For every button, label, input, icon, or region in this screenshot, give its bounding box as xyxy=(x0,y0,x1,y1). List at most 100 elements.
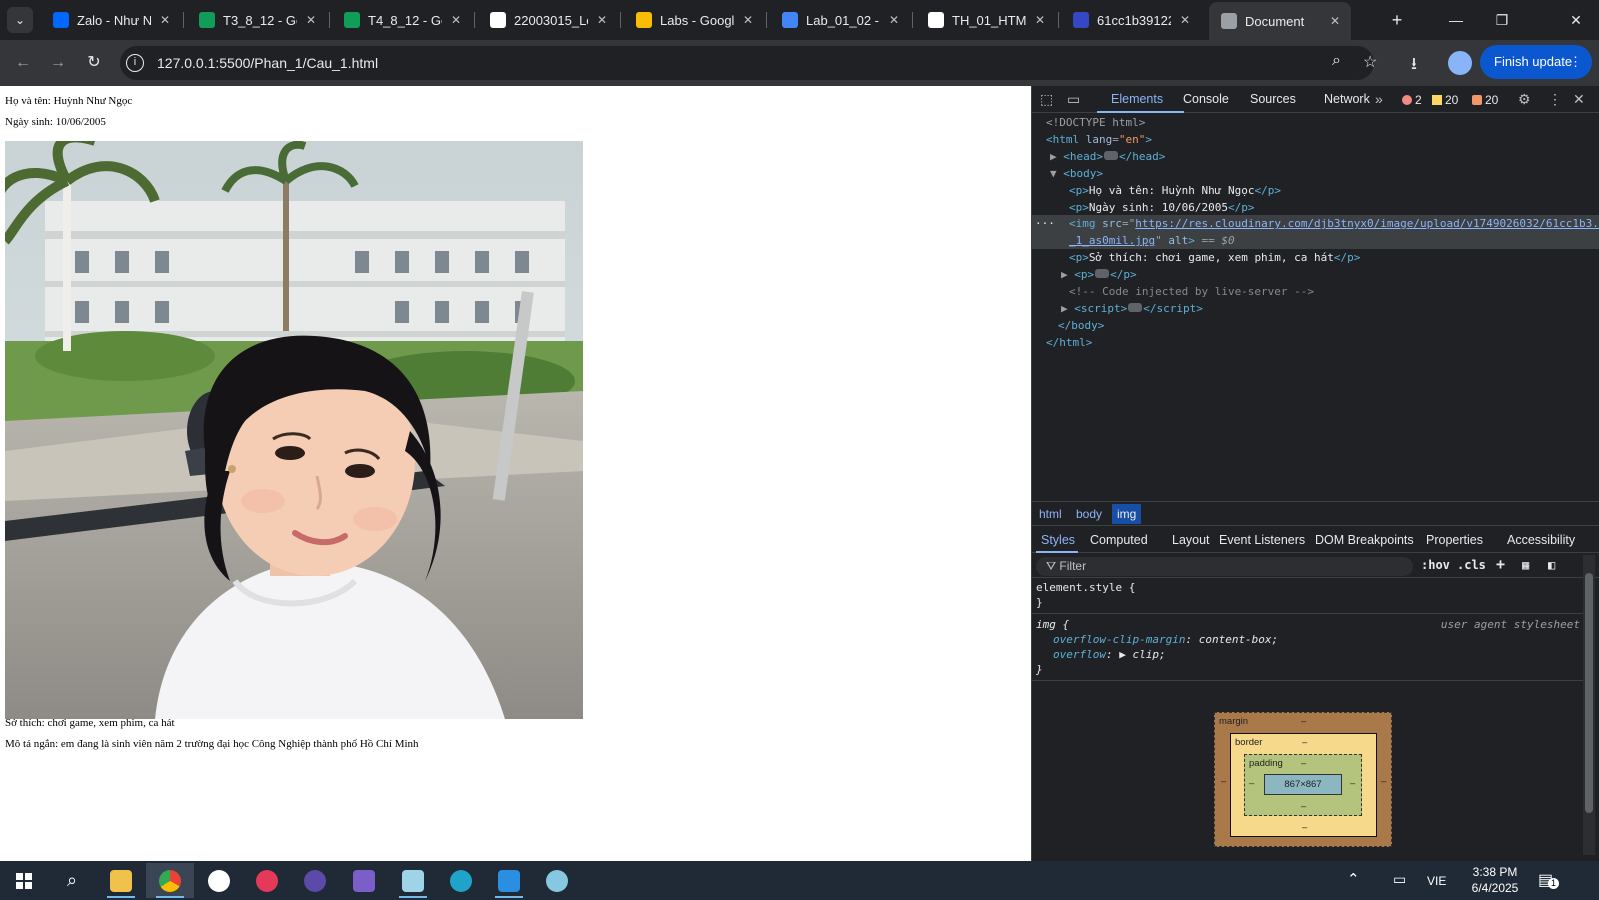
tab-console[interactable]: Console xyxy=(1183,92,1229,106)
notepad-icon[interactable] xyxy=(389,863,437,898)
border-top-value[interactable]: – xyxy=(1302,737,1307,748)
dom-html[interactable]: <html lang="en"> xyxy=(1046,131,1152,148)
dom-p-hobbies[interactable]: <p>Sở thích: chơi game, xem phim, ca hát… xyxy=(1069,249,1360,266)
device-toolbar-icon[interactable]: ▭ xyxy=(1067,91,1080,108)
breadcrumb-body[interactable]: body xyxy=(1076,507,1102,521)
padding-bottom-value[interactable]: – xyxy=(1301,801,1306,812)
close-tab-icon[interactable]: ✕ xyxy=(886,12,902,28)
more-tabs-icon[interactable]: » xyxy=(1375,91,1383,107)
tab-sources[interactable]: Sources xyxy=(1250,92,1296,106)
padding-top-value[interactable]: – xyxy=(1301,758,1306,769)
box-model-margin[interactable]: margin – – – border – – padding – – – – … xyxy=(1214,712,1392,847)
dom-doctype[interactable]: <!DOCTYPE html> xyxy=(1046,114,1145,131)
margin-top-value[interactable]: – xyxy=(1301,716,1306,727)
dom-head[interactable]: ▶ <head> </head> xyxy=(1050,148,1165,165)
padding-left-value[interactable]: – xyxy=(1249,778,1254,789)
tab-accessibility[interactable]: Accessibility xyxy=(1507,533,1575,547)
hov-toggle[interactable]: :hov xyxy=(1421,558,1450,572)
close-tab-icon[interactable]: ✕ xyxy=(303,12,319,28)
dom-body-close[interactable]: </body> xyxy=(1058,317,1104,334)
edge-icon[interactable] xyxy=(437,863,485,898)
collapsed-ellipsis-icon[interactable] xyxy=(1128,303,1143,312)
site-info-icon[interactable]: i xyxy=(126,54,144,72)
zoom-icon[interactable]: ⌕ xyxy=(1332,52,1341,70)
close-tab-icon[interactable]: ✕ xyxy=(594,12,610,28)
style-prop-overflow[interactable]: overflow: ▶ clip; xyxy=(1053,647,1166,662)
box-model-border[interactable]: border – – padding – – – – 867×867 xyxy=(1230,733,1377,837)
chevron-up-icon[interactable]: ⌃ xyxy=(1347,870,1360,888)
inspect-element-icon[interactable]: ⬚ xyxy=(1040,91,1053,108)
sidebar-toggle-icon[interactable]: ◧ xyxy=(1548,558,1555,572)
new-tab-button[interactable]: + xyxy=(1385,8,1409,32)
dom-img-cont[interactable]: _1_as0mil.jpg" alt> == $0 xyxy=(1069,232,1235,249)
vscode-icon[interactable] xyxy=(485,863,533,898)
tab-dom-breakpoints[interactable]: DOM Breakpoints xyxy=(1315,533,1414,547)
close-devtools-icon[interactable]: ✕ xyxy=(1573,91,1585,108)
tab-styles[interactable]: Styles xyxy=(1041,533,1075,547)
close-tab-icon[interactable]: ✕ xyxy=(1032,12,1048,28)
finish-update-button[interactable]: Finish update ⋮ xyxy=(1480,45,1592,79)
network-icon[interactable]: ▭ xyxy=(1393,871,1406,888)
padding-right-value[interactable]: – xyxy=(1350,778,1355,789)
address-bar[interactable]: i 127.0.0.1:5500/Phan_1/Cau_1.html ⌕ ☆ xyxy=(120,46,1377,80)
paint-icon[interactable]: ▦ xyxy=(1522,558,1529,572)
img-src-link[interactable]: https://res.cloudinary.com/djb3tnyx0/ima… xyxy=(1135,217,1599,230)
dom-script[interactable]: ▶ <script> </script> xyxy=(1061,300,1203,317)
breadcrumb-img[interactable]: img xyxy=(1112,504,1142,524)
styles-filter-input[interactable]: ⛛ Filter xyxy=(1036,557,1413,576)
cls-toggle[interactable]: .cls xyxy=(1457,558,1486,572)
dom-p-dob[interactable]: <p>Ngày sinh: 10/06/2005</p> xyxy=(1069,199,1254,216)
chrome-icon[interactable] xyxy=(146,863,194,898)
tab-event-listeners[interactable]: Event Listeners xyxy=(1219,533,1305,547)
browser-tab[interactable]: Document ✕ xyxy=(1209,2,1351,40)
row-menu-icon[interactable]: ··· xyxy=(1035,215,1055,232)
devtools-menu-icon[interactable]: ⋮ xyxy=(1548,91,1562,108)
browser-tab[interactable]: Labs - Google Drive ✕ xyxy=(624,4,764,36)
reload-button[interactable]: ↻ xyxy=(79,48,109,78)
language-indicator[interactable]: VIE xyxy=(1427,874,1446,888)
style-prop-overflow-clip-margin[interactable]: overflow-clip-margin: content-box; xyxy=(1053,632,1278,647)
browser-tab[interactable]: TH_01_HTML_CSS ✕ xyxy=(916,4,1056,36)
close-tab-icon[interactable]: ✕ xyxy=(1327,13,1343,29)
restore-button[interactable]: ❐ xyxy=(1479,0,1525,40)
notifications-icon[interactable]: ▤ 1 xyxy=(1538,870,1559,890)
img-src-link-cont[interactable]: _1_as0mil.jpg xyxy=(1069,234,1155,247)
tab-layout[interactable]: Layout xyxy=(1172,533,1210,547)
dom-html-close[interactable]: </html> xyxy=(1046,334,1092,351)
element-style-selector[interactable]: element.style { xyxy=(1036,580,1135,595)
dom-p-name[interactable]: <p>Họ và tên: Huỳnh Như Ngọc</p> xyxy=(1069,182,1281,199)
styles-scrollbar[interactable] xyxy=(1583,555,1595,855)
box-model-padding[interactable]: padding – – – – 867×867 xyxy=(1244,754,1362,816)
tab-search-button[interactable]: ⌄ xyxy=(7,7,33,33)
collapsed-ellipsis-icon[interactable] xyxy=(1104,151,1118,160)
img-rule-selector[interactable]: img { xyxy=(1036,617,1069,632)
dom-img[interactable]: <img src="https://res.cloudinary.com/djb… xyxy=(1069,215,1599,232)
app-icon-blue[interactable] xyxy=(195,863,243,898)
start-button[interactable] xyxy=(0,863,48,898)
margin-left-value[interactable]: – xyxy=(1221,776,1226,787)
minimize-button[interactable]: — xyxy=(1433,0,1479,40)
new-rule-icon[interactable]: + xyxy=(1496,555,1505,573)
error-badge[interactable]: 2 xyxy=(1402,93,1422,107)
eclipse-icon[interactable] xyxy=(291,863,339,898)
close-window-button[interactable]: ✕ xyxy=(1553,0,1599,40)
kebab-menu-icon[interactable]: ⋮ xyxy=(1569,45,1582,79)
tab-network[interactable]: Network xyxy=(1324,92,1370,106)
visual-studio-icon[interactable] xyxy=(340,863,388,898)
dom-p-collapsed[interactable]: ▶ <p> </p> xyxy=(1061,266,1137,283)
browser-tab[interactable]: T4_8_12 - Google Sheets ✕ xyxy=(332,4,472,36)
browser-tab[interactable]: Zalo - Như Ngọc ✕ xyxy=(41,4,181,36)
close-tab-icon[interactable]: ✕ xyxy=(1177,12,1193,28)
app-icon-red[interactable] xyxy=(243,863,291,898)
bookmark-star-icon[interactable]: ☆ xyxy=(1363,52,1377,72)
tab-computed[interactable]: Computed xyxy=(1090,533,1148,547)
box-model-content-size[interactable]: 867×867 xyxy=(1264,774,1342,795)
close-tab-icon[interactable]: ✕ xyxy=(157,12,173,28)
back-button[interactable]: ← xyxy=(8,48,38,78)
dom-comment[interactable]: <!-- Code injected by live-server --> xyxy=(1069,283,1314,300)
collapsed-ellipsis-icon[interactable] xyxy=(1095,269,1110,278)
warning-badge[interactable]: 20 xyxy=(1432,93,1458,107)
clock[interactable]: 3:38 PM 6/4/2025 xyxy=(1463,864,1527,896)
scrollbar-thumb[interactable] xyxy=(1585,573,1593,813)
issues-badge[interactable]: 20 xyxy=(1472,93,1498,107)
